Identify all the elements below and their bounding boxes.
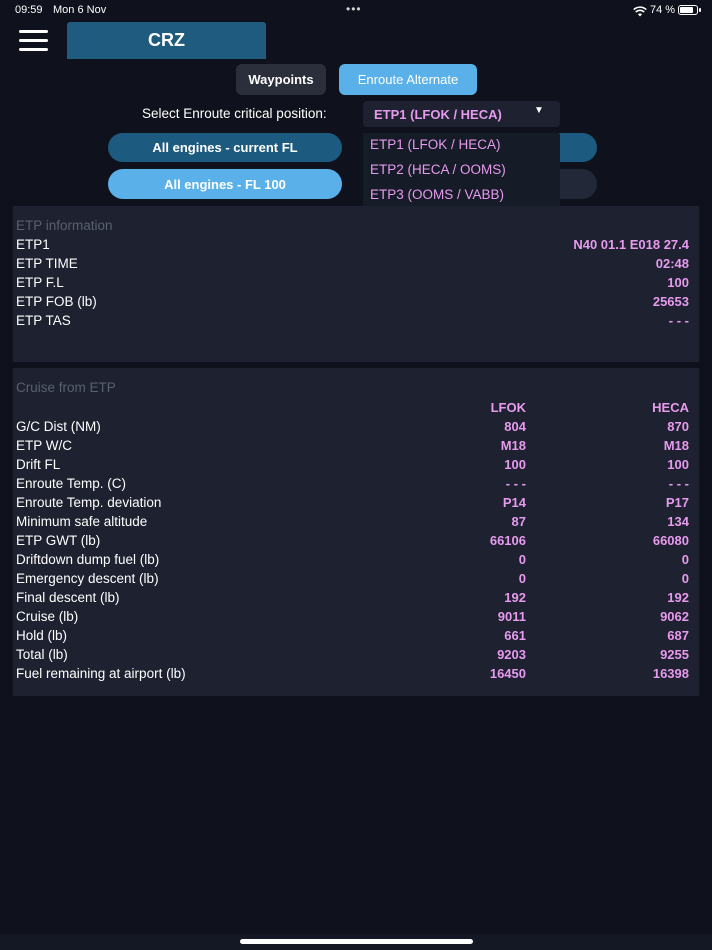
dropdown-option-etp1[interactable]: ETP1 (LFOK / HECA) bbox=[370, 137, 501, 152]
cruise-row-label: Enroute Temp. deviation bbox=[16, 495, 162, 510]
etp-info-label: ETP TIME bbox=[16, 256, 78, 271]
column-header-heca: HECA bbox=[652, 400, 689, 415]
cruise-value-heca: 687 bbox=[667, 628, 689, 643]
hamburger-menu-icon[interactable] bbox=[19, 30, 49, 52]
cruise-value-heca: 9255 bbox=[660, 647, 689, 662]
etp-info-label: ETP FOB (lb) bbox=[16, 294, 97, 309]
dropdown-option-etp2[interactable]: ETP2 (HECA / OOMS) bbox=[370, 162, 506, 177]
cruise-value-lfok: 66106 bbox=[489, 533, 526, 548]
cruise-row-label: Minimum safe altitude bbox=[16, 514, 148, 529]
enroute-position-select[interactable]: ETP1 (LFOK / HECA) bbox=[363, 101, 560, 127]
etp-info-value: N40 01.1 E018 27.4 bbox=[573, 237, 689, 252]
cruise-row-label: G/C Dist (NM) bbox=[16, 419, 101, 434]
cruise-row-label: ETP W/C bbox=[16, 438, 73, 453]
cruise-value-lfok: 661 bbox=[504, 628, 526, 643]
cruise-value-heca: 9062 bbox=[660, 609, 689, 624]
battery-icon bbox=[678, 5, 701, 15]
status-date: Mon 6 Nov bbox=[53, 4, 107, 16]
cruise-value-lfok: - - - bbox=[505, 476, 526, 491]
cruise-value-heca: 100 bbox=[667, 457, 689, 472]
multitasking-dots[interactable]: ••• bbox=[346, 2, 362, 16]
waypoints-button[interactable]: Waypoints bbox=[236, 64, 326, 95]
cruise-value-lfok: 100 bbox=[504, 457, 526, 472]
cruise-row-label: Total (lb) bbox=[16, 647, 68, 662]
cruise-value-heca: 66080 bbox=[652, 533, 689, 548]
cruise-row-label: Cruise (lb) bbox=[16, 609, 79, 624]
etp-info-value: 25653 bbox=[652, 294, 689, 309]
cruise-value-heca: - - - bbox=[668, 476, 689, 491]
etp-info-value: 100 bbox=[667, 275, 689, 290]
etp-info-title: ETP information bbox=[16, 218, 113, 233]
cruise-row-label: Enroute Temp. (C) bbox=[16, 476, 127, 491]
cruise-value-lfok: 192 bbox=[504, 590, 526, 605]
cruise-value-heca: P17 bbox=[665, 495, 689, 510]
enroute-position-label: Select Enroute critical position: bbox=[142, 106, 327, 121]
cruise-from-etp-panel: Cruise from ETP LFOK HECA G/C Dist (NM) … bbox=[13, 368, 699, 696]
cruise-row-label: Emergency descent (lb) bbox=[16, 571, 159, 586]
cruise-row-label: Drift FL bbox=[16, 457, 61, 472]
home-indicator[interactable] bbox=[240, 939, 473, 944]
battery-percent: 74 % bbox=[650, 4, 676, 16]
cruise-value-heca: 134 bbox=[667, 514, 689, 529]
cruise-value-heca: 192 bbox=[667, 590, 689, 605]
cruise-row-label: Hold (lb) bbox=[16, 628, 68, 643]
column-header-lfok: LFOK bbox=[490, 400, 526, 415]
cruise-title: Cruise from ETP bbox=[16, 380, 116, 395]
cruise-row-label: Final descent (lb) bbox=[16, 590, 120, 605]
wifi-icon bbox=[633, 4, 647, 17]
etp-info-value: 02:48 bbox=[655, 256, 689, 271]
cruise-value-heca: 0 bbox=[681, 571, 689, 586]
all-engines-fl100-button[interactable]: All engines - FL 100 bbox=[108, 169, 342, 199]
all-engines-current-fl-button[interactable]: All engines - current FL bbox=[108, 133, 342, 162]
cruise-value-lfok: 0 bbox=[518, 552, 526, 567]
cruise-value-lfok: M18 bbox=[500, 438, 526, 453]
engine-button-right-part[interactable] bbox=[555, 133, 597, 162]
position-dropdown: ETP1 (LFOK / HECA) ETP2 (HECA / OOMS) ET… bbox=[363, 133, 560, 211]
cruise-value-heca: M18 bbox=[663, 438, 689, 453]
cruise-value-lfok: 9011 bbox=[497, 609, 526, 624]
cruise-value-heca: 870 bbox=[667, 419, 689, 434]
cruise-value-heca: 0 bbox=[681, 552, 689, 567]
cruise-value-lfok: 16450 bbox=[489, 666, 526, 681]
cruise-value-lfok: 9203 bbox=[497, 647, 526, 662]
engine-button-right-part-2[interactable] bbox=[555, 169, 597, 199]
tab-crz[interactable]: CRZ bbox=[67, 22, 266, 59]
etp-info-label: ETP TAS bbox=[16, 313, 71, 328]
etp-info-value: - - - bbox=[668, 313, 689, 328]
etp-info-label: ETP1 bbox=[16, 237, 50, 252]
enroute-alternate-button[interactable]: Enroute Alternate bbox=[339, 64, 477, 95]
cruise-value-lfok: P14 bbox=[502, 495, 526, 510]
caret-down-icon[interactable]: ▼ bbox=[534, 105, 544, 116]
cruise-row-label: ETP GWT (lb) bbox=[16, 533, 101, 548]
etp-information-panel: ETP information ETP1 N40 01.1 E018 27.4 … bbox=[13, 206, 699, 362]
cruise-value-heca: 16398 bbox=[652, 666, 689, 681]
status-time: 09:59 bbox=[15, 4, 43, 16]
etp-info-label: ETP F.L bbox=[16, 275, 64, 290]
dropdown-option-etp3[interactable]: ETP3 (OOMS / VABB) bbox=[370, 187, 504, 202]
cruise-row-label: Driftdown dump fuel (lb) bbox=[16, 552, 160, 567]
cruise-value-lfok: 87 bbox=[511, 514, 526, 529]
cruise-row-label: Fuel remaining at airport (lb) bbox=[16, 666, 186, 681]
cruise-value-lfok: 0 bbox=[518, 571, 526, 586]
cruise-value-lfok: 804 bbox=[504, 419, 526, 434]
